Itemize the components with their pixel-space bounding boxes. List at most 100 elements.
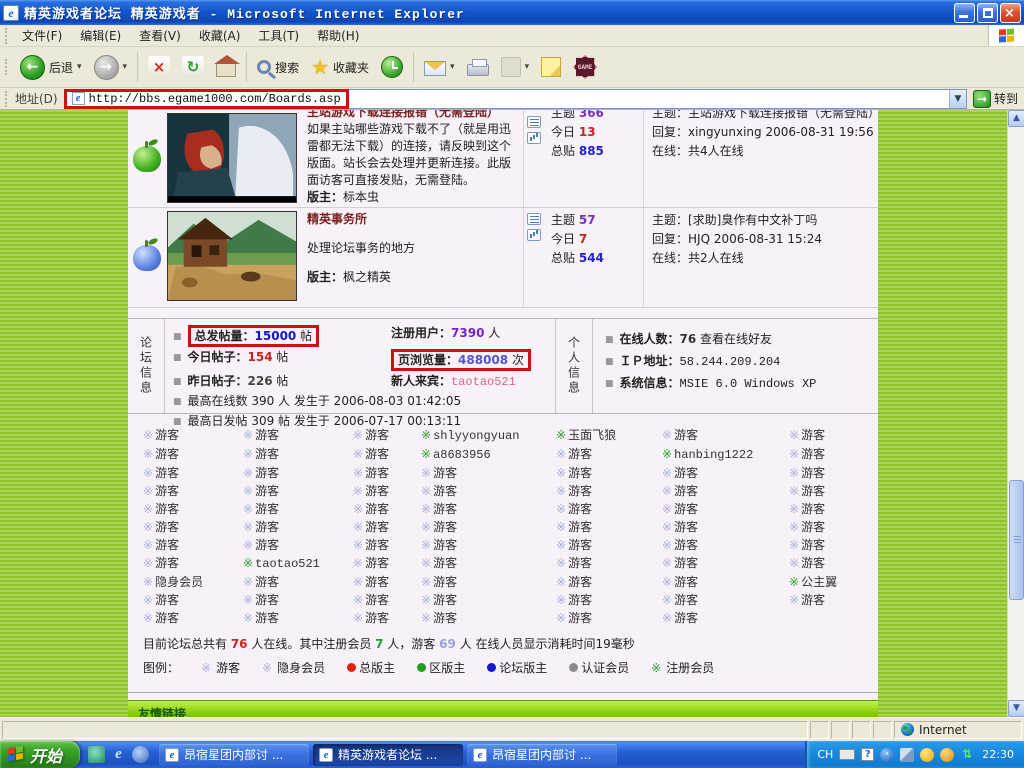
quick-launch-outlook-icon[interactable] <box>132 746 149 763</box>
online-users-grid: ※游客※游客※游客※shlyyongyuan※玉面飞狼※游客※游客※游客※游客※… <box>143 426 878 627</box>
board-image-cabin[interactable] <box>167 211 297 301</box>
menu-favorites[interactable]: 收藏(A) <box>190 25 250 46</box>
stats-chart-icon[interactable] <box>527 229 541 241</box>
legend-registered-member: 注册会员 <box>666 659 714 676</box>
address-annotation-box: e http://bbs.egame1000.com/Boards.asp <box>64 89 349 109</box>
menu-edit[interactable]: 编辑(E) <box>71 25 130 46</box>
scroll-down-button[interactable]: ▼ <box>1008 700 1024 717</box>
quick-launch-messenger-icon[interactable] <box>88 746 105 763</box>
summary-members-online: 7 <box>375 637 383 651</box>
online-user-member[interactable]: ※taotao521 <box>243 554 353 573</box>
online-user-member[interactable]: ※hanbing1222 <box>662 445 789 464</box>
help-tray-icon[interactable]: ? <box>861 748 874 761</box>
back-dropdown-icon[interactable]: ▾ <box>77 62 82 72</box>
last-topic[interactable]: 主题：[求助]臭作有中文补丁吗 <box>652 211 876 230</box>
online-user-name: 游客 <box>568 484 592 498</box>
home-button[interactable] <box>211 54 241 80</box>
online-user-name[interactable]: a8683956 <box>433 448 491 462</box>
forward-button[interactable]: → ▾ <box>89 52 133 83</box>
taskbar-task-3[interactable]: e 昂宿星团内部讨 ... <box>467 744 617 766</box>
online-user-guest: ※游客 <box>353 518 421 536</box>
favorites-button[interactable]: ★ 收藏夹 <box>306 55 374 79</box>
online-user-name[interactable]: taotao521 <box>255 557 320 571</box>
toolbar-grip-3[interactable] <box>5 91 10 107</box>
online-user-guest: ※游客 <box>662 518 789 536</box>
topic-list-icon[interactable] <box>527 213 541 225</box>
board-image-anime[interactable] <box>167 113 297 203</box>
mail-button[interactable]: ▾ <box>419 55 460 79</box>
online-user-member[interactable]: ※公主翼 <box>789 573 878 591</box>
language-indicator[interactable]: CH <box>817 748 833 761</box>
member-star-icon: ※ <box>143 466 153 480</box>
network-tray-icon[interactable] <box>900 748 914 762</box>
online-user-member[interactable]: ※shlyyongyuan <box>421 426 556 445</box>
stop-button[interactable]: × <box>143 53 175 81</box>
toolbar-grip-2[interactable] <box>5 59 10 75</box>
friendly-links-bar[interactable]: 友情链接 <box>128 700 878 717</box>
moderator-name[interactable]: 枫之精英 <box>343 270 391 284</box>
member-star-icon: ※ <box>353 447 363 461</box>
view-online-friends-link[interactable]: 查看在线好友 <box>696 332 772 346</box>
toolbar-grip[interactable] <box>5 28 10 44</box>
online-user-name[interactable]: shlyyongyuan <box>433 429 519 443</box>
member-star-icon: ※ <box>789 556 799 570</box>
topic-list-icon[interactable] <box>527 116 541 128</box>
stats-chart-icon[interactable] <box>527 132 541 144</box>
go-button[interactable]: → 转到 <box>967 88 1024 110</box>
online-user-name[interactable]: hanbing1222 <box>674 448 753 462</box>
scrollbar-thumb[interactable] <box>1009 480 1024 600</box>
close-icon: × <box>1004 6 1015 21</box>
menu-file[interactable]: 文件(F) <box>13 25 71 46</box>
forward-dropdown-icon[interactable]: ▾ <box>123 62 128 72</box>
qq-tray-icon-1[interactable] <box>920 748 934 762</box>
taskbar-task-2-active[interactable]: e 精英游戏者论坛 ... <box>313 744 463 766</box>
online-user-member[interactable]: ※玉面飞狼 <box>556 426 662 445</box>
minimize-button[interactable] <box>954 3 975 23</box>
taskbar-task-1[interactable]: e 昂宿星团内部讨 ... <box>159 744 309 766</box>
menu-view[interactable]: 查看(V) <box>130 25 190 46</box>
online-user-name: 游客 <box>568 502 592 516</box>
search-button[interactable]: 搜索 <box>252 56 304 79</box>
menu-help[interactable]: 帮助(H) <box>308 25 368 46</box>
online-user-guest: ※游客 <box>143 464 243 482</box>
board-title[interactable]: 精英事务所 <box>307 211 415 228</box>
last-topic[interactable]: 主题：主站游戏下载连接报错（无需登陆） <box>652 110 876 123</box>
history-button[interactable] <box>376 53 408 81</box>
taskbar-clock[interactable]: 22:30 <box>982 748 1014 761</box>
vertical-scrollbar[interactable]: ▲ ▼ <box>1007 110 1024 717</box>
mail-dropdown-icon[interactable]: ▾ <box>450 62 455 72</box>
edit-button[interactable]: ▾ <box>496 54 535 80</box>
newest-user-value[interactable]: taotao521 <box>451 375 516 389</box>
online-user-name[interactable]: 玉面飞狼 <box>568 428 616 442</box>
online-user-name[interactable]: 公主翼 <box>801 575 837 589</box>
board-title[interactable]: 主站游戏下载连接报错（无需登陆） <box>307 110 519 121</box>
refresh-button[interactable]: ↻ <box>177 53 209 81</box>
address-dropdown-icon[interactable]: ▼ <box>949 90 966 108</box>
moderator-name[interactable]: 标本虫 <box>343 190 379 204</box>
member-star-icon: ※ <box>243 466 253 480</box>
qq-tray-icon-2[interactable] <box>940 748 954 762</box>
print-button[interactable] <box>462 55 494 79</box>
page-background: 主站游戏下载连接报错（无需登陆） 如果主站哪些游戏下载不了（就是用迅雷都无法下载… <box>0 110 1024 717</box>
quick-launch-ie-icon[interactable]: e <box>110 746 127 763</box>
notes-button[interactable] <box>536 54 566 80</box>
online-user-name: 游客 <box>568 611 592 625</box>
start-button[interactable]: 开始 <box>0 741 80 768</box>
member-star-icon: ※ <box>556 502 566 516</box>
game-button[interactable]: GAME <box>568 52 602 82</box>
back-button[interactable]: ← 后退 ▾ <box>15 52 87 83</box>
restore-button[interactable] <box>977 3 998 23</box>
hide-icons-arrow-icon[interactable]: ‹ <box>880 748 894 762</box>
edit-dropdown-icon[interactable]: ▾ <box>525 62 530 72</box>
address-url[interactable]: http://bbs.egame1000.com/Boards.asp <box>89 92 341 106</box>
updown-arrows-icon[interactable]: ⇅ <box>960 748 974 762</box>
scroll-up-button[interactable]: ▲ <box>1008 110 1024 127</box>
member-star-icon: ※ <box>662 428 672 442</box>
address-input[interactable]: e http://bbs.egame1000.com/Boards.asp ▼ <box>64 89 967 109</box>
keyboard-icon[interactable] <box>839 749 855 760</box>
today-count: 7 <box>579 232 587 246</box>
close-button[interactable]: × <box>1000 3 1021 23</box>
personal-info-side-label: 个人信息 <box>556 319 593 413</box>
online-user-member[interactable]: ※a8683956 <box>421 445 556 464</box>
menu-tools[interactable]: 工具(T) <box>249 25 308 46</box>
